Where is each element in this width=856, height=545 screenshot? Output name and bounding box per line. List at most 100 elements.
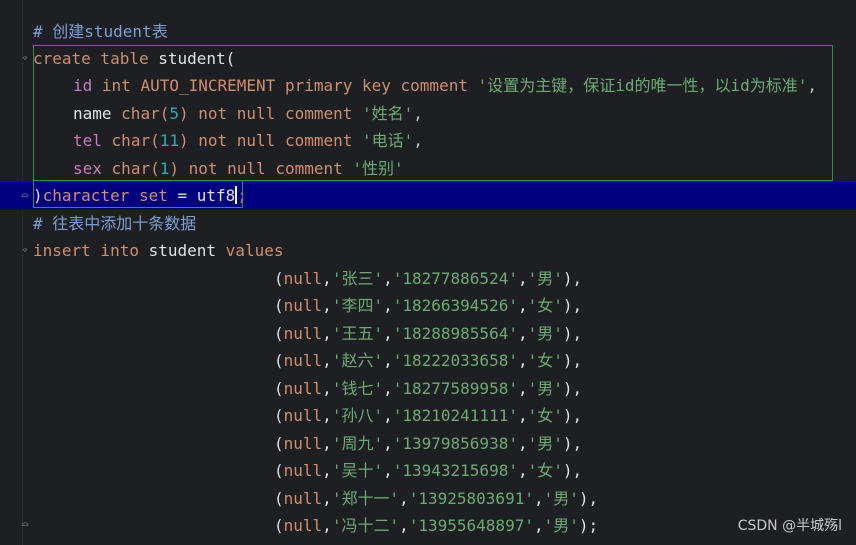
punctuation: , [322,351,332,370]
value-sex: '男' [527,268,563,288]
value-name: '周九' [331,433,384,453]
value-name: '孙八' [331,406,384,425]
column-comment: '电话' [362,131,414,150]
value-name: '冯十二' [331,516,400,535]
punctuation: , [517,433,528,453]
value-tel: '18277589958' [392,378,518,398]
open-paren: ( [274,378,284,398]
code-line[interactable]: (null,'冯十二','13955648897','男'); [0,512,856,540]
column-comment: '性别' [352,158,404,178]
code-line[interactable]: name char(5) not null comment '姓名', [0,100,856,128]
punctuation: , [807,76,818,95]
punctuation: , [383,296,393,315]
punctuation: , [399,488,409,508]
code-line[interactable]: # 创建student表 [0,18,856,46]
value-tel: '18222033658' [392,351,518,370]
null-keyword: null [283,406,323,425]
operator: = [167,186,197,205]
punctuation: , [383,433,393,453]
code-line[interactable]: # 往表中添加十条数据 [0,210,856,238]
punctuation: , [322,378,332,398]
value-tel: '18210241111' [392,406,518,425]
code-line[interactable]: ⌔ insert into student values [0,237,856,265]
column-extra: ) not null comment [178,131,363,150]
value-sex: '男' [543,516,579,535]
open-paren: ( [274,488,284,508]
code-line[interactable]: (null,'钱七','18277589958','男'), [0,375,856,403]
fold-close-icon[interactable]: ⌓ [18,189,32,203]
punctuation: , [383,268,393,288]
column-size: 5 [169,103,179,123]
row-end: ), [578,488,599,508]
punctuation: , [383,461,393,480]
value-name: '郑十一' [331,488,400,508]
row-end: ), [562,433,583,453]
sql-keyword: character set [42,186,168,205]
value-sex: '男' [527,378,563,398]
punctuation: , [383,406,393,425]
row-end: ), [562,351,583,370]
value-tel: '13955648897' [408,516,534,535]
code-line[interactable]: sex char(1) not null comment '性别' [0,155,856,183]
code-line[interactable]: (null,'孙八','18210241111','女'), [0,402,856,430]
column-name: name [73,103,112,123]
code-editor[interactable]: # 创建student表 ⌔ create table student( id … [0,0,856,545]
semicolon: ; [237,186,247,205]
code-line[interactable]: ⌔ create table student( [0,45,856,73]
code-line[interactable]: (null,'王五','18288985564','男'), [0,320,856,348]
code-line[interactable]: (null,'张三','18277886524','男'), [0,265,856,293]
value-tel: '13925803691' [408,488,534,508]
row-end: ), [562,461,583,480]
code-line[interactable]: (null,'吴十','13943215698','女'), [0,457,856,485]
column-name: sex [73,158,102,178]
value-name: '钱七' [331,378,384,398]
open-paren: ( [274,351,284,370]
fold-close-icon[interactable]: ⌓ [18,518,32,532]
null-keyword: null [283,433,323,453]
fold-open-icon[interactable]: ⌔ [18,244,32,258]
current-code-line[interactable]: ⌓ )character set = utf8; [0,182,856,210]
value-sex: '男' [527,323,563,343]
open-paren: ( [274,461,284,480]
punctuation: , [399,516,409,535]
value-tel: '13979856938' [392,433,518,453]
code-line[interactable]: (null,'周九','13979856938','男'), [0,430,856,458]
punctuation: , [383,351,393,370]
null-keyword: null [283,516,323,535]
row-end: ), [562,296,583,315]
punctuation: , [517,296,528,315]
column-extra: AUTO_INCREMENT primary key comment [130,76,478,95]
code-line[interactable]: tel char(11) not null comment '电话', [0,127,856,155]
sql-comment: # 往表中添加十条数据 [33,213,197,233]
value-name: '吴十' [331,461,384,480]
punctuation: , [383,378,393,398]
punctuation: , [517,461,528,480]
null-keyword: null [283,378,323,398]
null-keyword: null [283,461,323,480]
column-size: 1 [159,158,170,178]
column-comment: '姓名' [362,103,414,123]
fold-open-icon[interactable]: ⌔ [18,52,32,66]
row-end: ), [562,406,583,425]
open-paren: ( [274,433,284,453]
code-line[interactable]: (null,'李四','18266394526','女'), [0,292,856,320]
punctuation: , [517,406,528,425]
punctuation: , [322,323,332,343]
sql-comment: # 创建student表 [33,22,168,41]
open-paren: ( [274,296,284,315]
table-name: student [138,241,226,260]
punctuation: , [517,351,528,370]
code-line[interactable]: id int AUTO_INCREMENT primary key commen… [0,72,856,100]
column-size: 11 [159,131,179,150]
punctuation: , [322,406,332,425]
punctuation: , [322,268,332,288]
code-line[interactable]: (null,'赵六','18222033658','女'), [0,347,856,375]
punctuation: , [322,488,332,508]
value-sex: '男' [543,488,579,508]
code-line[interactable]: (null,'郑十一','13925803691','男'), [0,485,856,513]
column-type: char( [111,158,160,178]
value-name: '赵六' [331,351,384,370]
punctuation: , [413,103,423,123]
close-paren: ) [33,186,43,205]
row-end: ), [562,268,583,288]
